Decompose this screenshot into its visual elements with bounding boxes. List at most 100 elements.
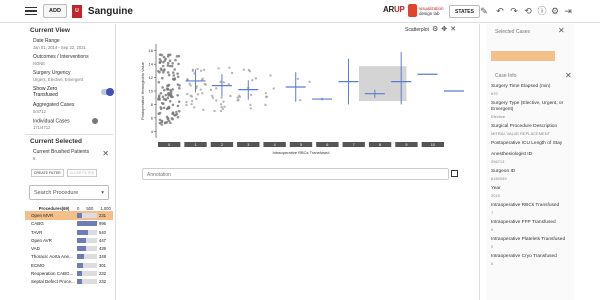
procedure-name: ECMO (31, 262, 45, 268)
y-axis-label: Postoperative Hemoglobin Value (140, 61, 145, 120)
show-zero-toggle[interactable] (100, 88, 115, 96)
data-point (161, 64, 165, 68)
settings-icon[interactable]: ⚙ (549, 5, 561, 17)
data-point (167, 105, 171, 109)
reset-icon[interactable]: ⟲ (522, 5, 534, 17)
close-selected-icon[interactable]: ✕ (558, 26, 565, 35)
data-point (249, 107, 253, 110)
redo-icon[interactable]: ↷ (508, 5, 520, 17)
data-point (190, 95, 194, 98)
create-filter-button[interactable]: CREATE FILTER (31, 169, 64, 178)
case-info-label: Intraoperative RBCs Transfused (491, 203, 560, 208)
data-point (176, 104, 180, 108)
data-point (219, 80, 222, 84)
undo-icon[interactable]: ↶ (494, 5, 506, 17)
close-case-info-icon[interactable]: ✕ (565, 71, 572, 80)
data-point (299, 98, 302, 102)
case-info-value: 670 (491, 91, 498, 96)
case-info-label: Intraoperative FFP Transfused (491, 220, 556, 225)
clear-filter-button[interactable]: CLEAR FILTER (66, 169, 98, 178)
procedure-row[interactable]: ECMO 301 (25, 261, 113, 269)
data-point (172, 78, 176, 81)
data-point (173, 68, 176, 71)
vis-lab-logo-icon (408, 4, 417, 17)
data-point (166, 96, 170, 100)
procedure-row[interactable]: VAD 439 (25, 245, 113, 253)
brush-tool-icon[interactable]: ✎ (478, 5, 490, 17)
procedure-row[interactable]: Open AVR 447 (25, 236, 113, 244)
x-tick-label: 9 (405, 143, 407, 147)
data-point (238, 94, 241, 97)
case-info-item: Surgery Time Elapsed (min) 670 (491, 84, 571, 96)
case-info-title: Case Info (495, 73, 517, 79)
data-point (195, 97, 198, 101)
individual-info-icon[interactable] (91, 118, 98, 124)
data-point (237, 98, 240, 102)
x-tick-label: 1 (194, 143, 196, 147)
x-tick-label: 10 (431, 143, 435, 147)
procedure-row[interactable]: Thoracic Aorta Ane... 348 (25, 253, 113, 261)
procedure-row[interactable]: CABG 996 (25, 220, 113, 228)
procedure-row[interactable]: TAVR 540 (25, 228, 113, 236)
case-info-label: Surgical Procedure Description (491, 124, 558, 129)
selected-case-item[interactable] (491, 51, 555, 61)
data-point (196, 93, 200, 96)
brushed-patients-row: Current Brushed Patients 6 ✕ (33, 149, 109, 165)
x-tick-label: 3 (247, 143, 249, 147)
surgery-urgency-field[interactable]: Surgery Urgency Urgent, Elective, Emerge… (33, 70, 113, 82)
procedure-name: CABG (31, 221, 44, 227)
procedure-row[interactable]: Open MVR 231 (25, 211, 113, 220)
case-info-value: 2019 (491, 193, 500, 198)
procedure-bar (77, 246, 97, 252)
case-info-item: Intraoperative RBCs Transfused 7 (491, 203, 571, 215)
data-point (264, 103, 267, 107)
data-point (159, 91, 163, 95)
procedure-name: TAVR (31, 229, 43, 235)
info-icon[interactable]: ⓘ (536, 5, 548, 17)
case-info-label: Surgery Time Elapsed (min) (491, 84, 551, 89)
data-point (186, 92, 189, 96)
procedure-row[interactable]: Reoperation CABG... 232 (25, 269, 113, 277)
clear-brush-icon[interactable]: ✕ (102, 149, 109, 165)
close-icon[interactable]: ✕ (450, 25, 456, 33)
procedure-bar (77, 271, 97, 277)
scatterplot[interactable]: 46810121416Postoperative Hemoglobin Valu… (116, 38, 481, 178)
annotation-input[interactable]: Annotation (142, 168, 449, 180)
data-point (230, 71, 234, 75)
logout-icon[interactable]: ⇥ (562, 5, 574, 17)
data-point (272, 87, 275, 90)
states-button[interactable]: STATES (449, 5, 480, 18)
procedure-name: Open MVR (31, 212, 54, 218)
date-range-field[interactable]: Date Range Jan 01, 2014 - Sep 22, 2021 (33, 38, 113, 50)
move-icon[interactable]: ✥ (441, 25, 447, 33)
outcomes-field[interactable]: Outcomes / Interventions NONE (33, 54, 113, 66)
data-point (177, 109, 181, 113)
procedure-count: 348 (99, 254, 106, 260)
add-button[interactable]: ADD (43, 4, 67, 18)
data-point (247, 68, 251, 72)
data-point (159, 67, 163, 70)
gear-icon[interactable]: ⚙ (432, 25, 438, 33)
x-tick-label: 7 (353, 143, 355, 147)
menu-icon[interactable] (25, 6, 37, 16)
data-point (229, 94, 232, 98)
left-sidebar: Current View Date Range Jan 01, 2014 - S… (25, 24, 115, 300)
search-procedure-select[interactable]: Search Procedure ▾ (29, 185, 109, 201)
procedure-count: 996 (99, 221, 106, 227)
case-info-item: Intraoperative Cryo Transfused 0 (491, 254, 571, 266)
case-info-label: Intraoperative Cryo Transfused (491, 254, 557, 259)
data-point (254, 77, 258, 80)
aggregated-cases: Aggregated Cases 0/4712 (33, 102, 75, 114)
case-info-label: Intraoperative Platelets Transfused (491, 237, 566, 242)
procedure-row[interactable]: Septal Defect Proce... 232 (25, 278, 113, 286)
case-info-label: Year (491, 186, 501, 191)
data-point (167, 91, 171, 95)
data-point (162, 106, 166, 110)
case-info-item: Year 2019 (491, 186, 571, 198)
save-icon[interactable] (451, 170, 458, 177)
case-info-value: 0 (491, 261, 494, 266)
current-view-title: Current View (30, 27, 70, 34)
data-point (175, 55, 179, 58)
data-point (222, 100, 225, 103)
procedure-name: Septal Defect Proce... (31, 279, 75, 285)
